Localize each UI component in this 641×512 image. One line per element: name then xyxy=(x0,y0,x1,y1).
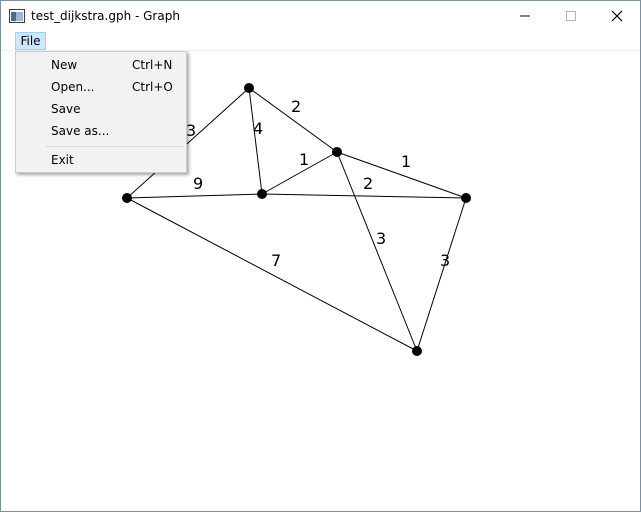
graph-node[interactable] xyxy=(244,83,254,93)
edge-weight-label: 1 xyxy=(299,150,309,169)
menu-item-exit[interactable]: Exit xyxy=(17,149,185,171)
menu-item-save-as[interactable]: Save as... xyxy=(17,120,185,142)
close-button[interactable] xyxy=(594,1,640,31)
maximize-button[interactable] xyxy=(548,1,594,31)
minimize-icon xyxy=(520,15,530,17)
maximize-icon xyxy=(566,11,576,21)
title-bar[interactable]: test_dijkstra.gph - Graph xyxy=(1,1,640,31)
graph-node[interactable] xyxy=(257,189,267,199)
edge-weight-label: 7 xyxy=(271,251,281,270)
edge-weight-label: 2 xyxy=(291,97,301,116)
menu-item-new[interactable]: New Ctrl+N xyxy=(17,54,185,76)
graph-edge[interactable] xyxy=(248,87,263,195)
graph-node[interactable] xyxy=(122,193,132,203)
graph-edge[interactable] xyxy=(416,197,467,352)
menu-separator xyxy=(46,146,183,147)
edge-weight-label: 4 xyxy=(253,119,263,138)
menu-item-label: Exit xyxy=(51,153,74,167)
edge-weight-label: 3 xyxy=(440,251,450,270)
menu-file[interactable]: File xyxy=(15,32,46,50)
app-window: test_dijkstra.gph - Graph File 3 4 2 1 1… xyxy=(0,0,641,512)
close-icon xyxy=(611,10,623,22)
edge-weight-label: 3 xyxy=(376,229,386,248)
menu-item-label: Open... xyxy=(51,80,95,94)
graph-edge[interactable] xyxy=(126,197,418,352)
edge-weight-label: 2 xyxy=(363,174,373,193)
graph-node[interactable] xyxy=(332,147,342,157)
menu-item-shortcut: Ctrl+N xyxy=(132,58,173,72)
menu-item-label: Save xyxy=(51,102,81,116)
minimize-button[interactable] xyxy=(502,1,548,31)
menu-item-label: Save as... xyxy=(51,124,110,138)
app-icon xyxy=(9,9,25,23)
menu-bar: File xyxy=(1,31,640,51)
graph-edge-labels: 3 4 2 1 1 9 2 3 3 7 xyxy=(186,97,450,270)
window-title: test_dijkstra.gph - Graph xyxy=(31,9,180,23)
edge-weight-label: 3 xyxy=(186,121,196,140)
menu-item-save[interactable]: Save xyxy=(17,98,185,120)
edge-weight-label: 9 xyxy=(193,174,203,193)
menu-item-label: New xyxy=(51,58,78,72)
graph-node[interactable] xyxy=(461,193,471,203)
graph-edge[interactable] xyxy=(261,193,467,199)
edge-weight-label: 1 xyxy=(401,152,411,171)
graph-edge[interactable] xyxy=(126,193,263,199)
graph-node[interactable] xyxy=(412,346,422,356)
menu-item-shortcut: Ctrl+O xyxy=(132,80,173,94)
file-menu-dropdown: New Ctrl+N Open... Ctrl+O Save Save as..… xyxy=(15,51,187,173)
menu-item-open[interactable]: Open... Ctrl+O xyxy=(17,76,185,98)
graph-edge[interactable] xyxy=(336,151,418,352)
